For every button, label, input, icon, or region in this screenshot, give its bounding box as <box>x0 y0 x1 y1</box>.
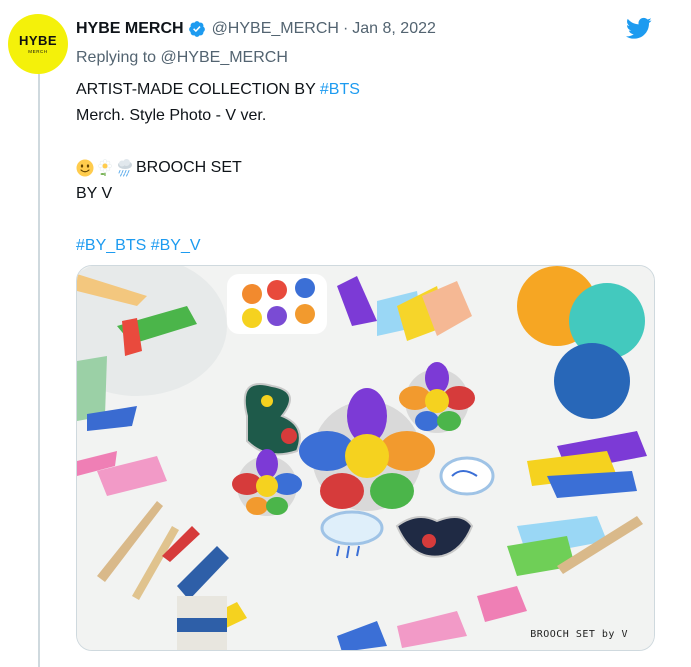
slightly-smiling-face-icon <box>76 159 94 177</box>
twitter-bird-icon[interactable] <box>624 15 654 41</box>
tweet-date[interactable]: Jan 8, 2022 <box>352 20 436 38</box>
replying-to: Replying to @HYBE_MERCH <box>76 49 288 67</box>
tweet-hashtags: #BY_BTS #BY_V <box>76 233 656 259</box>
hashtag-by-bts-link[interactable]: #BY_BTS <box>76 233 146 259</box>
tweet-line-5: BY V <box>76 185 113 202</box>
reply-mention-link[interactable]: @HYBE_MERCH <box>161 49 288 66</box>
hashtag-bts-link[interactable]: #BTS <box>320 77 360 103</box>
rain-cloud-icon <box>118 159 132 177</box>
tweet-line-1: ARTIST-MADE COLLECTION BY #BTS <box>76 77 656 103</box>
tweet-line-4: BROOCH SET <box>136 159 242 176</box>
display-name[interactable]: HYBE MERCH <box>76 20 184 38</box>
flower-icon <box>98 159 112 176</box>
tweet-header: HYBE MERCH @HYBE_MERCH · Jan 8, 2022 <box>76 18 436 40</box>
tweet-line-2: Merch. Style Photo - V ver. <box>76 107 267 124</box>
avatar[interactable]: HYBE MERCH <box>8 14 68 74</box>
tweet-photo[interactable]: BROOCH SET by V <box>76 265 655 651</box>
tweet-line-emojis: BROOCH SET <box>76 155 656 181</box>
tweet-line-1-text: ARTIST-MADE COLLECTION BY <box>76 81 320 98</box>
verified-badge-icon <box>188 21 205 37</box>
avatar-logo-subtext: MERCH <box>28 49 48 54</box>
brooch-cloud-right <box>439 456 495 496</box>
replying-prefix: Replying to <box>76 49 157 66</box>
user-handle[interactable]: @HYBE_MERCH <box>212 20 339 38</box>
tweet-text: ARTIST-MADE COLLECTION BY #BTS Merch. St… <box>76 77 656 259</box>
separator-dot: · <box>342 20 349 37</box>
avatar-logo-text: HYBE <box>18 33 58 48</box>
thread-line <box>38 62 40 667</box>
brooch-set-photo <box>77 266 654 650</box>
photo-caption: BROOCH SET by V <box>530 629 628 640</box>
hashtag-by-v-link[interactable]: #BY_V <box>151 233 201 259</box>
